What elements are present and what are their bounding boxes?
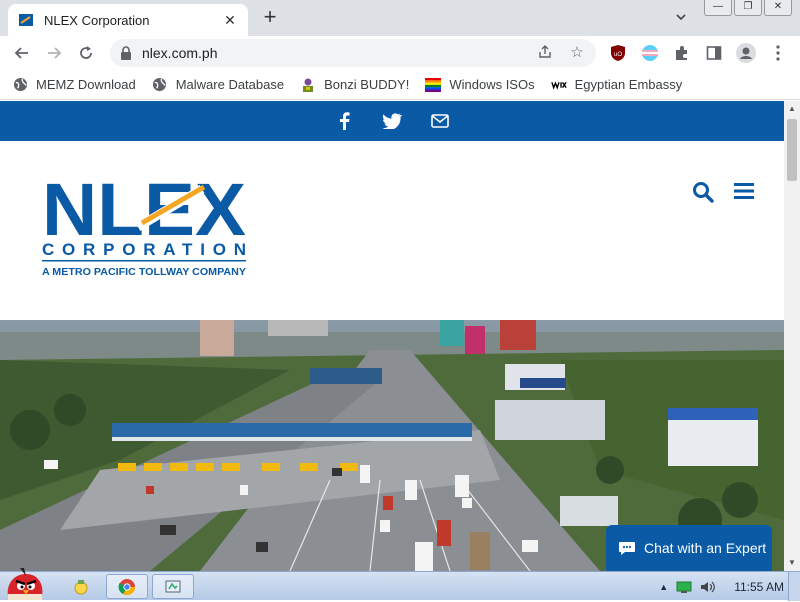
chat-with-expert-button[interactable]: Chat with an Expert [606,525,772,571]
bookmark-label: Malware Database [175,77,285,92]
lock-icon[interactable] [120,46,132,60]
forward-icon[interactable] [38,39,70,67]
volume-icon[interactable] [700,580,716,594]
page-viewport: NLEX CORPORATION A METRO PACIFIC TOLLWAY… [0,101,784,571]
share-icon[interactable] [536,44,554,62]
clock-time[interactable]: 11:55 AM [734,580,784,594]
scroll-thumb[interactable] [787,119,797,181]
extensions-puzzle-icon[interactable] [672,43,692,63]
bookmark-star-icon[interactable]: ☆ [568,44,586,62]
taskbar-app-icon[interactable] [152,574,194,599]
reload-icon[interactable] [70,39,102,67]
globe-icon [152,77,168,93]
tray-expand-icon[interactable]: ▲ [659,582,668,592]
address-bar[interactable]: nlex.com.ph ☆ [110,39,596,67]
globe-icon [12,77,28,93]
bookmark-windows-isos[interactable]: Windows ISOs [425,77,535,93]
minimize-icon[interactable]: — [704,0,732,16]
search-icon[interactable] [692,181,714,203]
back-icon[interactable] [6,39,38,67]
logo-corporation: CORPORATION [42,240,246,259]
nlex-logo[interactable]: NLEX CORPORATION A METRO PACIFIC TOLLWAY… [42,175,252,279]
chat-bubble-icon [619,542,635,555]
chat-label: Chat with an Expert [644,540,767,556]
tab-close-icon[interactable]: ✕ [222,12,238,29]
bookmark-bonzi-buddy[interactable]: Bonzi BUDDY! [300,77,409,93]
bookmark-malware-database[interactable]: Malware Database [152,77,284,93]
facebook-icon[interactable] [334,111,354,131]
bonzi-icon [300,77,316,93]
network-icon[interactable] [676,580,692,594]
bookmark-label: MEMZ Download [36,77,136,92]
menu-kebab-icon[interactable] [768,43,788,63]
taskbar-explorer-icon[interactable] [60,574,102,599]
scroll-down-icon[interactable]: ▼ [784,555,800,571]
svg-text:uO: uO [614,52,622,58]
tab-strip: NLEX Corporation ✕ + — ❐ ✕ [0,0,800,36]
browser-tab[interactable]: NLEX Corporation ✕ [8,4,248,36]
new-tab-button[interactable]: + [258,6,282,30]
bookmark-label: Windows ISOs [449,77,535,92]
side-panel-icon[interactable] [704,43,724,63]
show-desktop-button[interactable] [788,572,800,601]
twitter-icon[interactable] [382,111,402,131]
ublock-icon[interactable]: uO [608,43,628,63]
taskbar-chrome-icon[interactable] [106,574,148,599]
rainbow-flag-icon [425,77,442,93]
url-text[interactable]: nlex.com.ph [142,45,522,61]
profile-avatar-icon[interactable] [736,43,756,63]
tab-search-icon[interactable] [672,8,690,26]
bookmark-memz[interactable]: MEMZ Download [12,77,136,93]
logo-tagline: A METRO PACIFIC TOLLWAY COMPANY [42,266,246,278]
bookmark-label: Egyptian Embassy [574,77,683,92]
window-controls: — ❐ ✕ [704,0,792,16]
nlex-favicon-icon [19,14,33,26]
bookmarks-bar: MEMZ Download Malware Database Bonzi BUD… [0,70,800,100]
window-close-icon[interactable]: ✕ [764,0,792,16]
tab-title: NLEX Corporation [44,12,150,28]
bookmark-label: Bonzi BUDDY! [324,77,410,92]
taskbar: ▲ 11:55 AM [0,568,800,601]
wix-icon [550,77,567,93]
email-icon[interactable] [430,111,450,131]
header-icons [692,181,754,203]
system-tray: ▲ 11:55 AM [659,572,784,601]
hamburger-menu-icon[interactable] [734,181,754,201]
browser-toolbar: nlex.com.ph ☆ uO [0,36,800,70]
site-header: NLEX CORPORATION A METRO PACIFIC TOLLWAY… [0,141,784,321]
pride-extension-icon[interactable] [640,43,660,63]
page-scrollbar[interactable]: ▲ ▼ [784,101,800,571]
scroll-up-icon[interactable]: ▲ [784,101,800,117]
restore-icon[interactable]: ❐ [734,0,762,16]
bookmark-egyptian-embassy[interactable]: Egyptian Embassy [550,77,683,93]
social-bar [0,101,784,141]
start-angry-bird-icon[interactable] [4,566,48,602]
